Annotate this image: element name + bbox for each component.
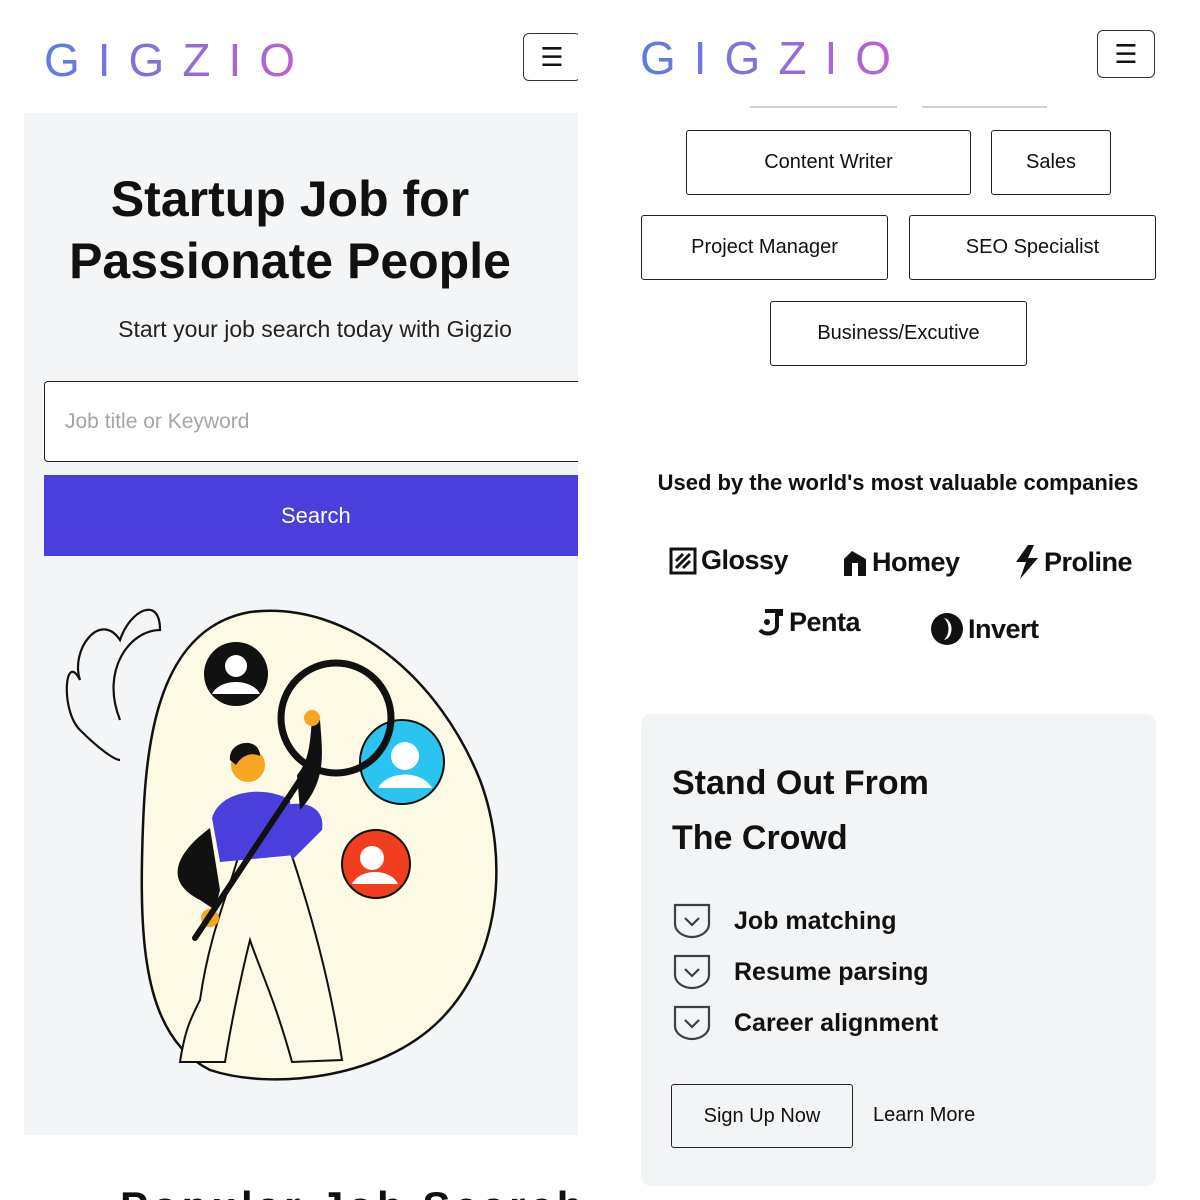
menu-button[interactable]: ☰ [523, 33, 578, 81]
divider [750, 106, 897, 108]
chevron-shield-icon [673, 954, 711, 990]
brand-name: Homey [872, 547, 960, 577]
brand-name: Proline [1044, 546, 1133, 577]
sign-up-button[interactable]: Sign Up Now [671, 1084, 853, 1148]
learn-more-link[interactable]: Learn More [873, 1104, 975, 1127]
popular-jobs-heading: Popular Job Search [120, 1183, 578, 1200]
card-title-line1: Stand Out From [672, 764, 929, 802]
invert-icon [931, 613, 963, 645]
homey-icon [844, 550, 866, 576]
chevron-shield-icon [673, 903, 711, 939]
left-screen: GIGZIO ☰ Startup Job for Passionate Peop… [0, 0, 578, 1200]
hero-title-line2: Passionate People [69, 233, 511, 289]
gigzio-logo[interactable]: GIGZIO [44, 33, 313, 87]
brand-logo-invert: Invert [930, 612, 1039, 646]
category-tag-content-writer[interactable]: Content Writer [686, 130, 971, 195]
brand-name: Invert [968, 613, 1039, 644]
divider [922, 106, 1047, 108]
category-tag-sales[interactable]: Sales [991, 130, 1111, 195]
hamburger-icon: ☰ [1114, 38, 1138, 69]
search-button[interactable]: Search [44, 475, 578, 556]
hero-subtitle: Start your job search today with Gigzio [118, 316, 512, 342]
brand-logo-homey: Homey [842, 547, 960, 578]
bolt-icon [1016, 545, 1038, 579]
job-search-illustration [65, 608, 498, 1081]
card-title-line2: The Crowd [672, 819, 848, 857]
category-tag-project-manager[interactable]: Project Manager [641, 215, 888, 280]
feature-item: Job matching [672, 902, 897, 940]
feature-label: Job matching [734, 906, 897, 935]
brand-logo-glossy: Glossy [669, 545, 789, 576]
brand-logo-penta: Penta [757, 607, 861, 638]
job-search-input[interactable] [44, 381, 578, 462]
gigzio-logo[interactable]: GIGZIO [640, 31, 909, 85]
used-by-heading: Used by the world's most valuable compan… [657, 470, 1139, 495]
brand-name: Penta [789, 607, 861, 637]
category-tag-business-executive[interactable]: Business/Excutive [770, 301, 1027, 366]
hamburger-icon: ☰ [540, 41, 564, 72]
feature-label: Career alignment [734, 1008, 939, 1037]
feature-label: Resume parsing [734, 957, 929, 986]
feature-item: Career alignment [672, 1004, 938, 1042]
brand-logo-proline: Proline [1014, 545, 1133, 579]
chevron-shield-icon [673, 1005, 711, 1041]
feature-item: Resume parsing [672, 953, 929, 991]
menu-button[interactable]: ☰ [1097, 30, 1155, 78]
glossy-icon [669, 547, 697, 574]
card-title: Stand Out From The Crowd [672, 756, 1072, 866]
hero-title-line1: Startup Job for [110, 171, 470, 227]
brand-name: Glossy [701, 545, 789, 575]
hero-title: Startup Job for Passionate People [0, 168, 578, 292]
category-tag-seo-specialist[interactable]: SEO Specialist [909, 215, 1156, 280]
penta-icon [758, 608, 783, 635]
